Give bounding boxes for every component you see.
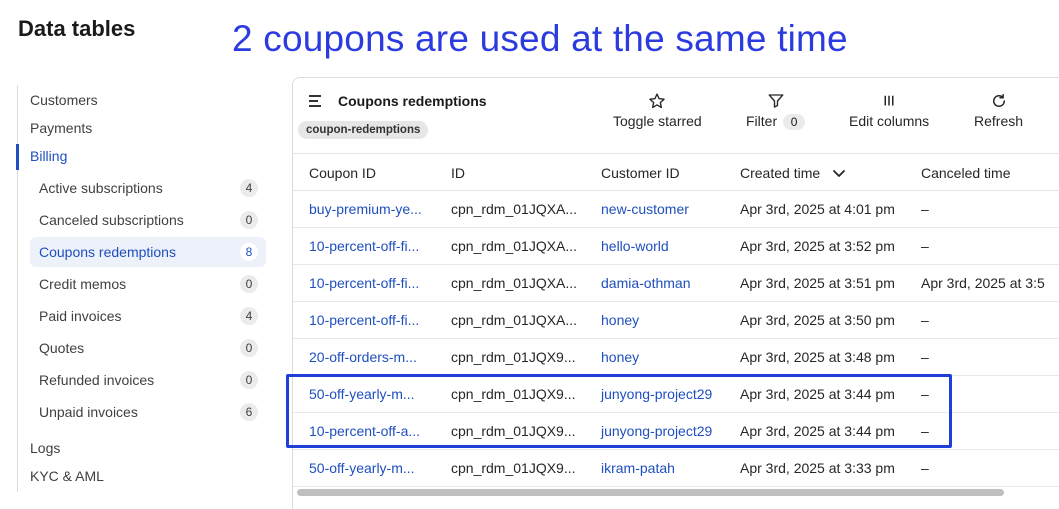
count-badge: 0 <box>240 339 258 357</box>
sidebar-item-billing[interactable]: Billing <box>30 148 67 164</box>
sidebar-item-label: Coupons redemptions <box>39 244 176 260</box>
created-time-cell: Apr 3rd, 2025 at 3:50 pm <box>740 312 895 328</box>
refresh-button[interactable]: Refresh <box>974 92 1023 131</box>
sidebar-item-label: Unpaid invoices <box>39 404 138 420</box>
edit-columns-button[interactable]: Edit columns <box>849 92 929 131</box>
canceled-time-cell: – <box>921 312 929 328</box>
column-header-canceled-time[interactable]: Canceled time <box>921 165 1011 181</box>
table-row[interactable]: buy-premium-ye... cpn_rdm_01JQXA... new-cu… <box>293 191 1059 228</box>
sidebar-item-label: Refunded invoices <box>39 372 155 388</box>
created-time-header-label: Created time <box>740 165 821 181</box>
filter-count-badge: 0 <box>783 114 806 130</box>
coupon-id-link[interactable]: 20-off-orders-m... <box>309 349 417 365</box>
sidebar-item-canceled-subscriptions[interactable]: Canceled subscriptions 0 <box>30 205 266 235</box>
redemption-id-cell: cpn_rdm_01JQXA... <box>451 201 578 217</box>
edit-columns-label: Edit columns <box>849 113 930 129</box>
column-header-coupon-id[interactable]: Coupon ID <box>309 165 376 181</box>
created-time-cell: Apr 3rd, 2025 at 3:51 pm <box>740 275 895 291</box>
customer-id-link[interactable]: new-customer <box>601 201 689 217</box>
page-title: Data tables <box>18 16 136 41</box>
count-badge: 0 <box>240 371 258 389</box>
redemption-id-cell: cpn_rdm_01JQXA... <box>451 312 578 328</box>
filter-label: Filter <box>746 113 778 129</box>
sidebar-item-payments[interactable]: Payments <box>30 120 92 136</box>
horizontal-scrollbar[interactable] <box>297 489 1004 496</box>
sidebar-item-refunded-invoices[interactable]: Refunded invoices 0 <box>30 365 266 395</box>
sidebar-item-paid-invoices[interactable]: Paid invoices 4 <box>30 301 266 331</box>
toggle-starred-button[interactable]: Toggle starred <box>613 92 702 131</box>
filter-button[interactable]: Filter 0 <box>746 92 806 131</box>
column-header-customer-id[interactable]: Customer ID <box>601 165 680 181</box>
table-row[interactable]: 10-percent-off-fi... cpn_rdm_01JQXA... dam… <box>293 265 1059 302</box>
sidebar-active-indicator <box>16 144 19 170</box>
coupon-id-link[interactable]: 10-percent-off-fi... <box>309 275 419 291</box>
table-title: Coupons redemptions <box>338 93 487 109</box>
sidebar-item-active-subscriptions[interactable]: Active subscriptions 4 <box>30 173 266 203</box>
coupon-id-link[interactable]: 10-percent-off-fi... <box>309 238 419 254</box>
customer-id-link[interactable]: ikram-patah <box>601 460 675 476</box>
created-time-cell: Apr 3rd, 2025 at 3:33 pm <box>740 460 895 476</box>
canceled-time-cell: – <box>921 349 929 365</box>
sidebar-item-quotes[interactable]: Quotes 0 <box>30 333 266 363</box>
filter-icon <box>768 94 783 108</box>
sidebar-item-unpaid-invoices[interactable]: Unpaid invoices 6 <box>30 397 266 427</box>
canceled-time-cell: – <box>921 238 929 254</box>
count-badge: 4 <box>240 307 258 325</box>
redemption-id-cell: cpn_rdm_01JQXA... <box>451 238 578 254</box>
canceled-time-cell: Apr 3rd, 2025 at 3:5 <box>921 275 1045 291</box>
count-badge: 8 <box>240 243 258 261</box>
count-badge: 4 <box>240 179 258 197</box>
canceled-time-cell: – <box>921 201 929 217</box>
menu-icon[interactable] <box>309 95 323 107</box>
refresh-icon <box>992 93 1005 107</box>
sidebar-item-label: Credit memos <box>39 276 127 292</box>
star-icon <box>649 93 666 109</box>
redemption-id-cell: cpn_rdm_01JQX9... <box>451 349 576 365</box>
redemption-id-cell: cpn_rdm_01JQX9... <box>451 460 576 476</box>
sidebar-item-label: Quotes <box>39 340 85 356</box>
created-time-cell: Apr 3rd, 2025 at 3:48 pm <box>740 349 895 365</box>
table-header: Coupon ID ID Customer ID Created time Ca… <box>293 153 1059 191</box>
table-row[interactable]: 20-off-orders-m... cpn_rdm_01JQX9... honey… <box>293 339 1059 376</box>
coupon-id-link[interactable]: 10-percent-off-fi... <box>309 312 419 328</box>
sidebar-item-label: Canceled subscriptions <box>39 212 184 228</box>
coupon-id-link[interactable]: 50-off-yearly-m... <box>309 460 415 476</box>
customer-id-link[interactable]: honey <box>601 312 639 328</box>
count-badge: 0 <box>240 275 258 293</box>
column-header-id[interactable]: ID <box>451 165 465 181</box>
sidebar-item-coupons-redemptions[interactable]: Coupons redemptions 8 <box>30 237 266 267</box>
customer-id-link[interactable]: damia-othman <box>601 275 691 291</box>
highlight-box <box>286 374 952 448</box>
created-time-cell: Apr 3rd, 2025 at 4:01 pm <box>740 201 895 217</box>
table-row[interactable]: 10-percent-off-fi... cpn_rdm_01JQXA... hel… <box>293 228 1059 265</box>
sidebar-item-customers[interactable]: Customers <box>30 92 98 108</box>
table-row[interactable]: 10-percent-off-fi... cpn_rdm_01JQXA... hon… <box>293 302 1059 339</box>
sidebar-item-logs[interactable]: Logs <box>30 440 60 456</box>
columns-icon <box>884 95 894 106</box>
annotation-text: 2 coupons are used at the same time <box>232 18 848 59</box>
customer-id-link[interactable]: hello-world <box>601 238 669 254</box>
sidebar-item-label: Active subscriptions <box>39 180 163 196</box>
refresh-label: Refresh <box>974 113 1024 129</box>
sidebar-item-label: Paid invoices <box>39 308 122 324</box>
sidebar-item-credit-memos[interactable]: Credit memos 0 <box>30 269 266 299</box>
chevron-down-icon[interactable] <box>832 169 846 179</box>
sidebar-item-kyc-aml[interactable]: KYC & AML <box>30 468 104 484</box>
coupon-id-link[interactable]: buy-premium-ye... <box>309 201 422 217</box>
toggle-starred-label: Toggle starred <box>613 113 702 129</box>
count-badge: 0 <box>240 211 258 229</box>
count-badge: 6 <box>240 403 258 421</box>
redemption-id-cell: cpn_rdm_01JQXA... <box>451 275 578 291</box>
table-row[interactable]: 50-off-yearly-m... cpn_rdm_01JQX9... ikram… <box>293 450 1059 487</box>
column-header-created-time[interactable]: Created time <box>740 165 846 181</box>
canceled-time-cell: – <box>921 460 929 476</box>
customer-id-link[interactable]: honey <box>601 349 639 365</box>
created-time-cell: Apr 3rd, 2025 at 3:52 pm <box>740 238 895 254</box>
sidebar: Customers Payments Billing Active subscr… <box>16 86 269 492</box>
table-tag: coupon-redemptions <box>298 121 429 139</box>
